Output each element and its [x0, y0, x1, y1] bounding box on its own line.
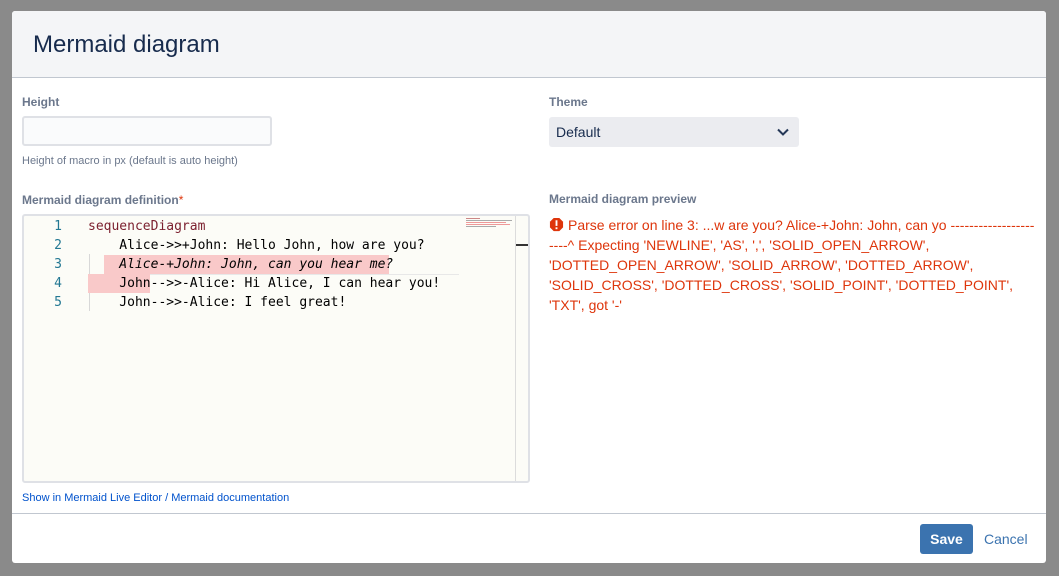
line-number: 2 — [54, 238, 62, 253]
parse-error-message: Parse error on line 3: ...w are you? Ali… — [549, 215, 1039, 315]
link-separator: / — [162, 492, 172, 504]
help-links: Show in Mermaid Live Editor / Mermaid do… — [22, 492, 289, 504]
code-text: Alice->>+John: Hello John, how are you? — [88, 238, 425, 253]
theme-label: Theme — [549, 95, 588, 109]
height-label: Height — [22, 95, 60, 109]
dialog-title: Mermaid diagram — [33, 31, 220, 58]
editor-scrollbar[interactable] — [515, 216, 516, 481]
dialog-footer — [12, 513, 1046, 563]
height-input[interactable] — [22, 116, 272, 146]
code-text: sequenceDiagram — [88, 219, 206, 234]
editor-minimap[interactable] — [465, 217, 513, 229]
height-hint: Height of macro in px (default is auto h… — [22, 155, 238, 167]
line-number: 4 — [54, 276, 62, 291]
code-line[interactable]: 5 John-->>-Alice: I feel great! — [24, 293, 464, 312]
code-text: John-->>-Alice: I feel great! — [88, 295, 347, 310]
code-editor[interactable]: 1 sequenceDiagram 2 Alice->>+John: Hello… — [22, 214, 530, 483]
required-marker: * — [178, 193, 184, 207]
error-text: Parse error on line 3: ...w are you? Ali… — [549, 217, 1035, 313]
save-button[interactable]: Save — [920, 524, 973, 554]
mermaid-live-editor-link[interactable]: Show in Mermaid Live Editor — [22, 492, 162, 504]
line-number: 3 — [54, 257, 62, 272]
code-line-error[interactable]: 3 Alice-+John: John, can you hear me? — [24, 255, 464, 275]
line-number: 1 — [54, 219, 62, 234]
error-icon — [549, 217, 564, 232]
code-line[interactable]: 2 Alice->>+John: Hello John, how are you… — [24, 236, 464, 255]
code-line[interactable]: 1 sequenceDiagram — [24, 217, 464, 236]
code-text: Alice-+John: John, can you hear me? — [88, 257, 394, 272]
code-line-error[interactable]: 4 John-->>-Alice: Hi Alice, I can hear y… — [24, 274, 464, 293]
definition-label: Mermaid diagram definition* — [22, 193, 183, 207]
dialog-header: Mermaid diagram — [12, 11, 1046, 78]
preview-label: Mermaid diagram preview — [549, 192, 697, 206]
mermaid-documentation-link[interactable]: Mermaid documentation — [171, 492, 289, 504]
chevron-down-icon — [777, 128, 789, 136]
theme-selected-value: Default — [556, 124, 601, 140]
theme-select[interactable]: Default — [549, 117, 799, 147]
mermaid-dialog: Mermaid diagram Height Height of macro i… — [12, 11, 1046, 563]
line-number: 5 — [54, 295, 62, 310]
definition-label-text: Mermaid diagram definition — [22, 193, 179, 207]
cancel-button[interactable]: Cancel — [984, 531, 1028, 547]
code-text: John-->>-Alice: Hi Alice, I can hear you… — [88, 276, 441, 291]
editor-scroll-marker — [516, 244, 528, 246]
